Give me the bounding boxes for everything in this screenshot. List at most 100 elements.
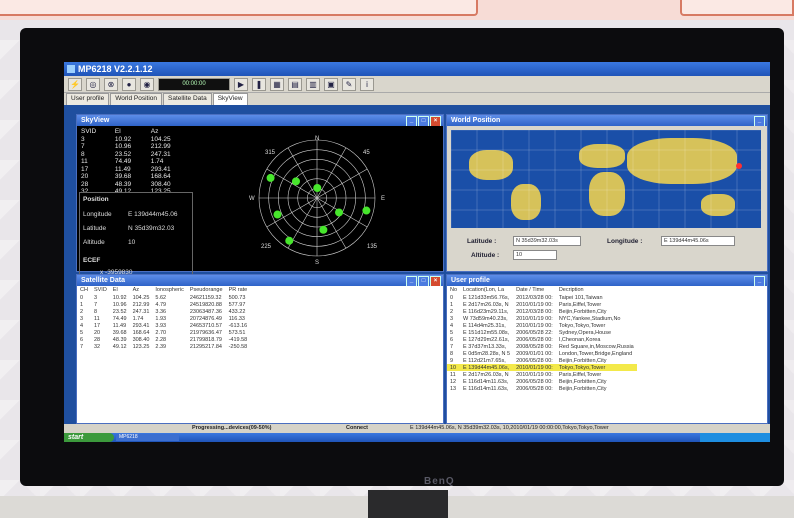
profile-cell: 11 — [450, 371, 456, 378]
settings-icon[interactable]: ◉ — [140, 77, 154, 91]
satdata-column-header[interactable]: SVID — [91, 286, 110, 294]
satdata-row[interactable]: 7 32 49.12 123.25 2.39 21295217.84 -250.58 — [77, 343, 250, 350]
satellite-marker — [291, 177, 300, 186]
profile-column-header[interactable]: Location(Lon, La — [460, 286, 513, 294]
satdata-column-header[interactable]: Az — [130, 286, 153, 294]
system-tray — [700, 433, 770, 442]
profile-row[interactable]: 6 E 127d29m22.61s, 2006/05/28 00: I,Cheonan… — [447, 336, 637, 343]
svid-column-header[interactable]: SVID — [79, 128, 113, 136]
satdata-table: CH SVID El Az Ionospheric Pseudorange PR rate … — [77, 286, 250, 350]
svid-cell: 48.39 — [114, 180, 132, 188]
satdata-cell: 116.33 — [228, 315, 245, 322]
svid-row[interactable]: 11 74.49 1.74 — [79, 158, 191, 166]
svid-row[interactable]: 17 11.49 293.41 — [79, 166, 191, 174]
satdata-cell: 32 — [93, 343, 101, 350]
start-button[interactable]: start — [64, 433, 114, 442]
satdata-row[interactable]: 5 20 39.68 168.64 2.70 21979636.47 573.51 — [77, 329, 250, 336]
satdata-column-header[interactable]: CH — [77, 286, 91, 294]
profile-row[interactable]: 8 E 0d5m28.28s, N 5 2009/01/01 00: London,T… — [447, 350, 637, 357]
profile-cell: Sydney,Opera,House — [558, 329, 612, 336]
profile-row[interactable]: 0 E 121d33m56.76s, 2012/03/28 00: Taipei 10… — [447, 294, 637, 301]
satdata-column-header[interactable]: PR rate — [226, 286, 251, 294]
connect-status: Connect — [346, 425, 368, 431]
edit-icon[interactable]: ✎ — [342, 77, 356, 91]
profile-column-header[interactable]: No — [447, 286, 460, 294]
compass-315: 315 — [265, 150, 276, 156]
tab-user-profile[interactable]: User profile — [66, 93, 110, 105]
svid-row[interactable]: 3 10.92 104.25 — [79, 136, 191, 144]
svid-cell: 8 — [81, 150, 85, 158]
profile-row[interactable]: 13 E 116d14m11.63s, 2006/05/28 00: Beijin,F… — [447, 385, 637, 392]
svid-column-header[interactable]: El — [113, 128, 149, 136]
profile-column-header[interactable]: Decription — [556, 286, 637, 294]
satdata-column-header[interactable]: Ionospheric — [152, 286, 186, 294]
svid-row[interactable]: 8 23.52 247.31 — [79, 151, 191, 159]
tab-satellite-data[interactable]: Satellite Data — [163, 93, 212, 105]
satdata-cell: 123.25 — [132, 343, 150, 350]
sky-polar-plot: N W E S 315 45 225 135 — [249, 136, 385, 266]
profile-cell: 1 — [450, 301, 454, 308]
profile-row[interactable]: 5 E 151d12m55.08s, 2006/05/28 22: Sydney,Op… — [447, 329, 637, 336]
satdata-row[interactable]: 2 8 23.52 247.31 3.36 23063487.36 433.22 — [77, 308, 250, 315]
satellite-marker — [362, 206, 371, 215]
satdata-row[interactable]: 1 7 10.96 212.99 4.79 24519820.88 577.97 — [77, 301, 250, 308]
latitude-label: Latitude — [83, 225, 107, 232]
profile-row[interactable]: 11 E 2d17m26.03s, N 2010/01/19 00: Paris,Ei… — [447, 371, 637, 378]
profile-row[interactable]: 1 E 2d17m26.03s, N 2010/01/19 00: Paris,Eif… — [447, 301, 637, 308]
satdata-cell: 48.39 — [112, 336, 127, 343]
svid-row[interactable]: 20 39.68 168.64 — [79, 173, 191, 181]
profile-column-header[interactable]: Date / Time — [513, 286, 556, 294]
profile-row[interactable]: 10 E 139d44m45.06s, 2010/01/19 00: Tokyo,To… — [447, 364, 637, 371]
connect-icon[interactable]: ⚡ — [68, 77, 82, 91]
svid-cell: 11.49 — [114, 165, 131, 173]
gps-icon[interactable]: ◎ — [86, 77, 100, 91]
tab-world-position[interactable]: World Position — [110, 93, 163, 105]
satdata-cell: 1.74 — [132, 315, 144, 322]
profile-row[interactable]: 9 E 112d21m7.65s, 2006/05/28 00: Beijin,For… — [447, 357, 637, 364]
pause-icon[interactable]: ❚ — [252, 77, 266, 91]
info-icon[interactable]: i — [360, 77, 374, 91]
svid-column-header[interactable]: Az — [149, 128, 191, 136]
satdata-cell: 2.70 — [155, 329, 167, 336]
taskbar-app-button[interactable]: MP6218 — [116, 434, 179, 441]
profile-cell: 2010/01/19 00: — [516, 371, 553, 378]
satdata-row[interactable]: 6 28 48.39 308.40 2.28 21799818.79 -419.58 — [77, 336, 250, 343]
compass-n: N — [315, 136, 319, 142]
record-icon[interactable]: ● — [122, 77, 136, 91]
svid-cell: 7 — [81, 143, 85, 150]
azimuth-spoke — [266, 168, 318, 199]
grid-icon[interactable]: ▦ — [270, 77, 284, 91]
profile-cell: 9 — [450, 357, 454, 364]
satdata-cell: 5.62 — [155, 294, 167, 301]
layout-icon[interactable]: ▥ — [306, 77, 320, 91]
svid-row[interactable]: 7 10.96 212.99 — [79, 143, 191, 151]
play-icon[interactable]: ▶ — [234, 77, 248, 91]
profile-row[interactable]: 2 E 116d23m29.11s, 2012/03/28 00: Beijin,Fo… — [447, 308, 637, 315]
satdata-column-header[interactable]: Pseudorange — [187, 286, 226, 294]
satdata-row[interactable]: 4 17 11.49 293.41 3.93 24653710.57 -613.16 — [77, 322, 250, 329]
satellite-marker — [335, 208, 344, 217]
profile-cell: Beijin,Forbitten,City — [558, 308, 607, 315]
satdata-row[interactable]: 0 3 10.92 104.25 5.62 24621159.32 500.73 — [77, 294, 250, 301]
stop-icon[interactable]: ⊗ — [104, 77, 118, 91]
tab-skyview[interactable]: SkyView — [212, 93, 248, 105]
svid-cell: 28 — [81, 180, 89, 188]
satdata-cell: 3 — [93, 294, 98, 301]
profile-cell: 5 — [450, 329, 454, 336]
print-icon[interactable]: ▣ — [324, 77, 338, 91]
profile-row[interactable]: 3 W 73d59m40.23s, 2010/01/19 00: NYC,Yankee… — [447, 315, 637, 322]
profile-row[interactable]: 12 E 116d14m11.63s, 2006/05/28 00: Beijin,F… — [447, 378, 637, 385]
window-icon[interactable]: ▤ — [288, 77, 302, 91]
profile-row[interactable]: 7 E 37d37m13.33s, 2008/05/28 00: Red Square… — [447, 343, 637, 350]
map-grid — [451, 130, 761, 228]
satdata-row[interactable]: 3 11 74.49 1.74 1.93 20724876.49 116.33 — [77, 315, 250, 322]
satdata-cell: 23063487.36 — [189, 308, 222, 315]
satdata-cell: 11 — [93, 315, 100, 322]
satdata-cell: 2.28 — [155, 336, 167, 343]
profile-row[interactable]: 4 E 114d4m25.31s, 2010/01/19 00: Tokyo,Toky… — [447, 322, 637, 329]
svid-row[interactable]: 28 48.39 308.40 — [79, 181, 191, 189]
monitor-stand — [368, 490, 448, 518]
longitude-value: E 139d44m45.06 — [128, 211, 178, 218]
satdata-column-header[interactable]: El — [110, 286, 130, 294]
world-position-window: World Position _ Latitude : N 35d39m32.0… — [446, 114, 768, 272]
